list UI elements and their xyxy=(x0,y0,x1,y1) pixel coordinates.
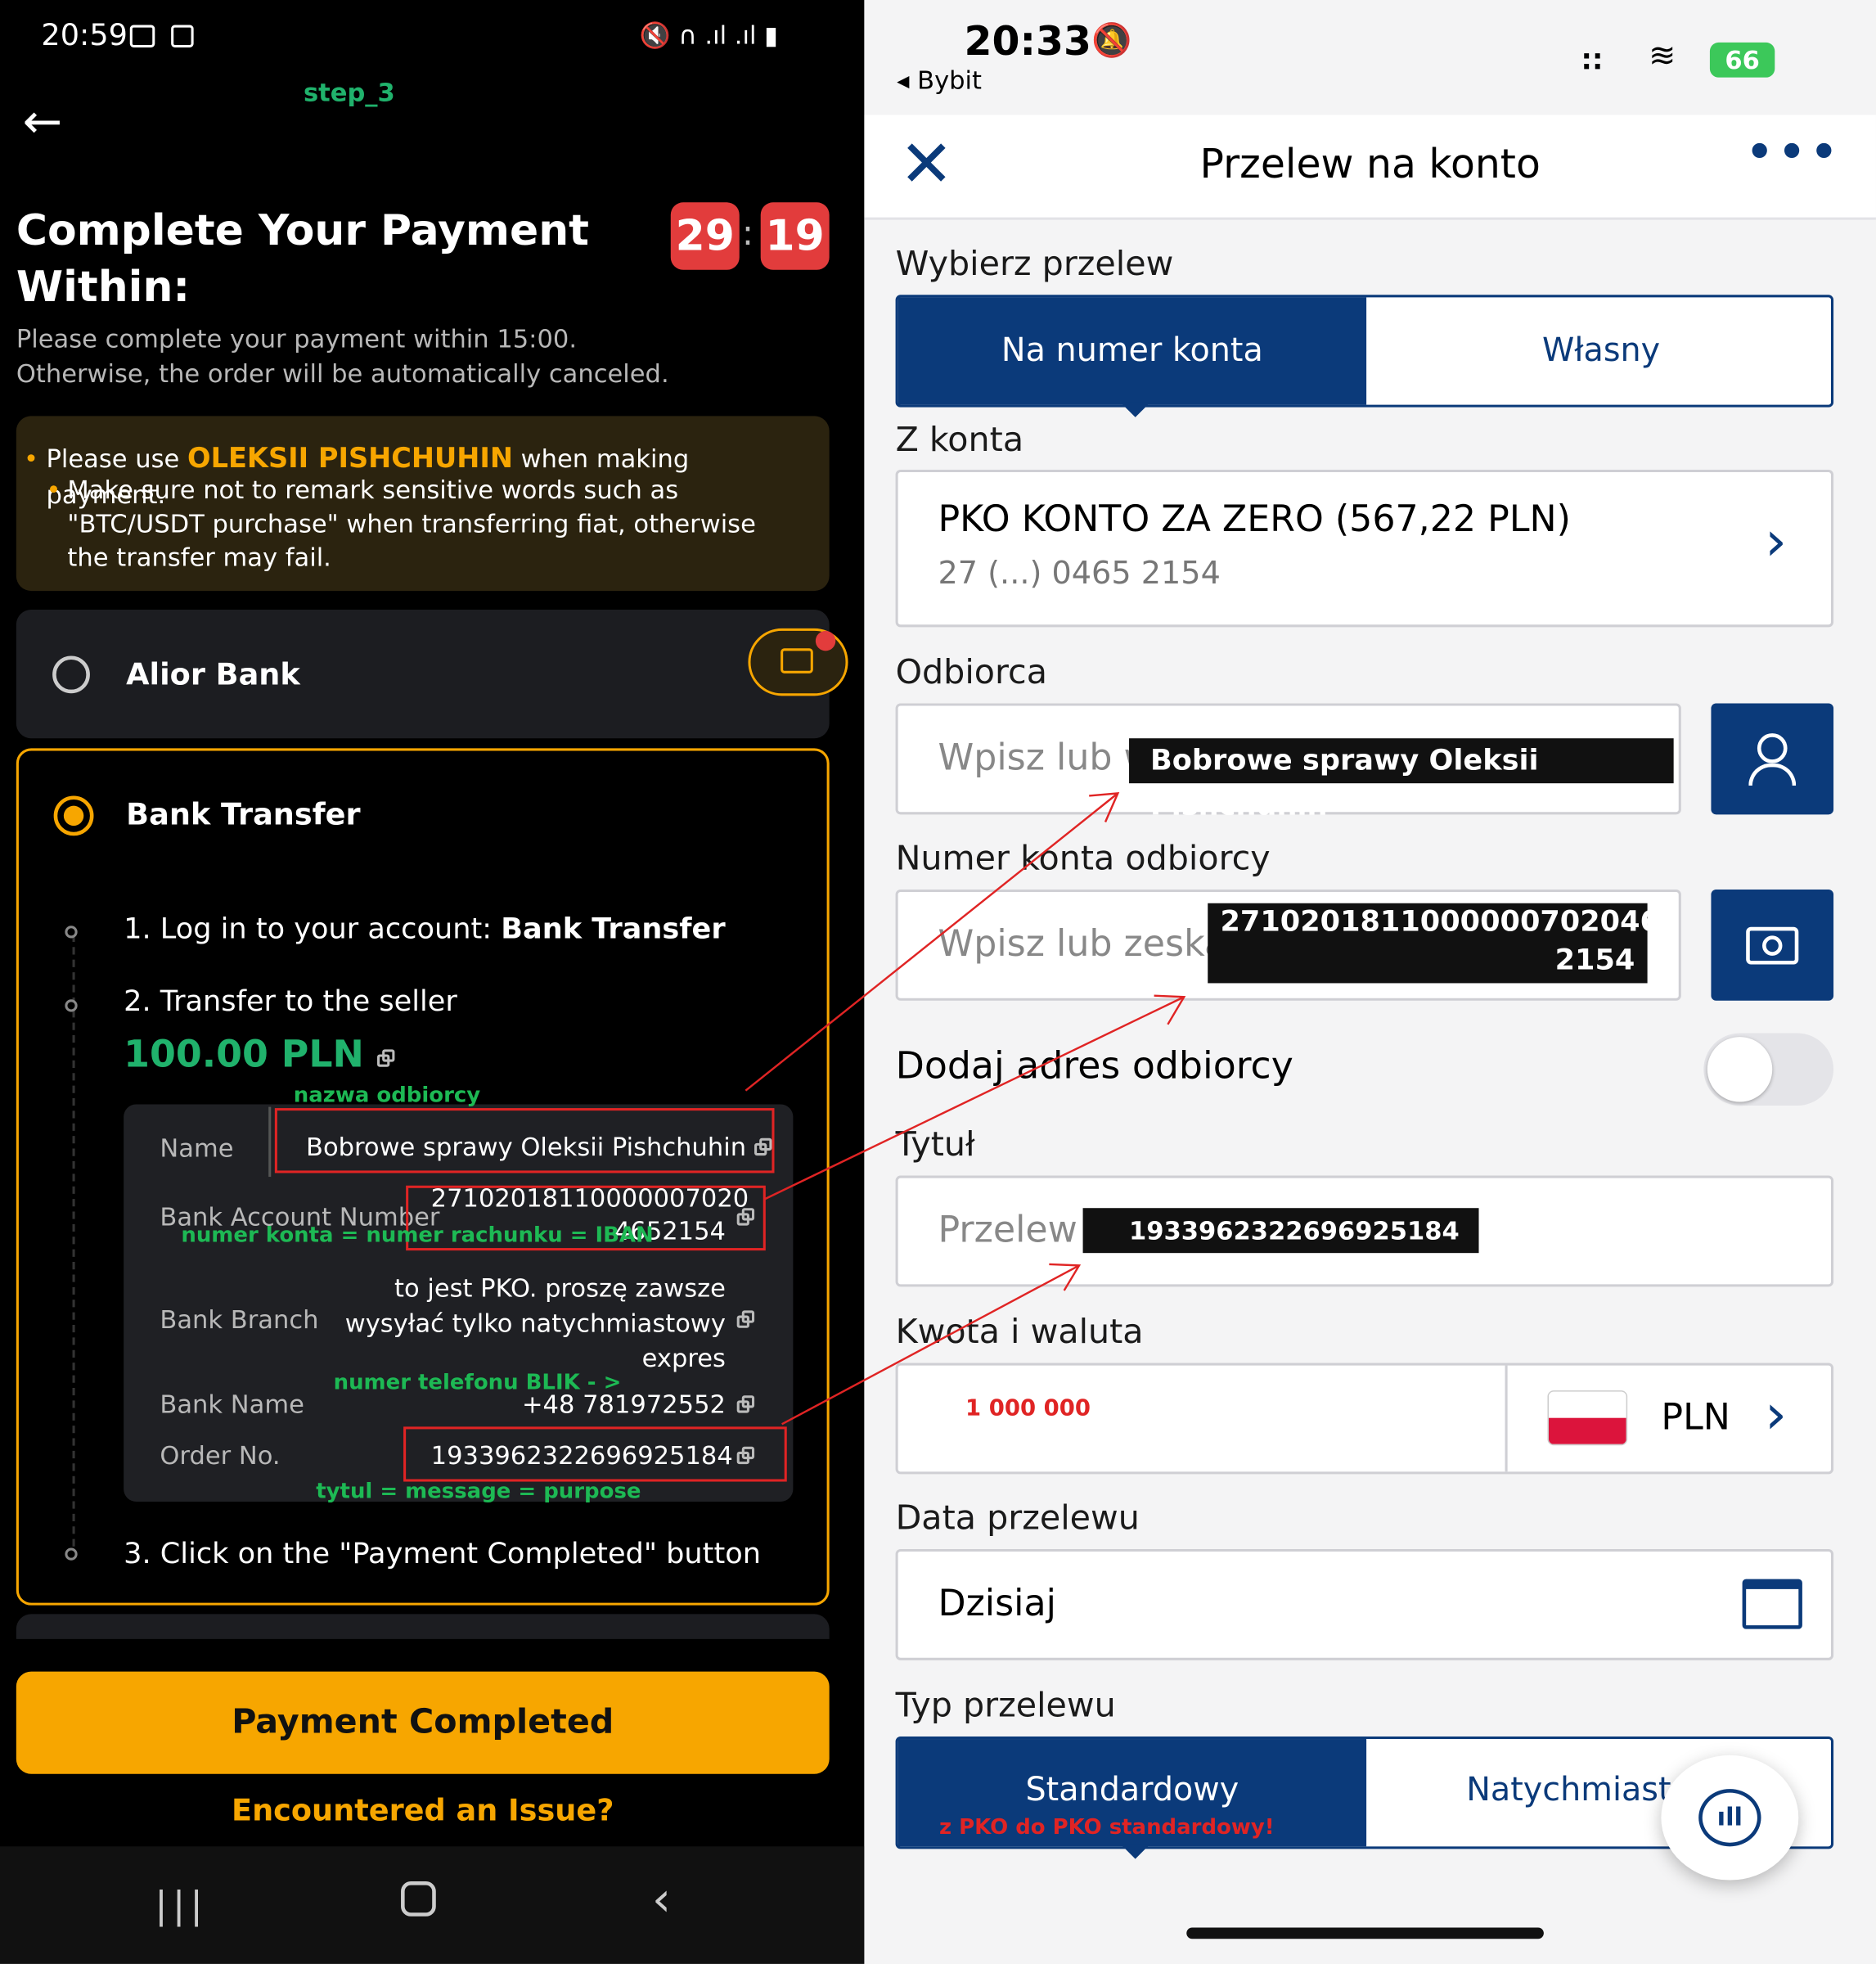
arrow-title xyxy=(781,1264,1080,1426)
arrow-name xyxy=(745,792,1119,1092)
annotation-arrows xyxy=(745,791,1186,1426)
arrow-account xyxy=(763,996,1185,1200)
